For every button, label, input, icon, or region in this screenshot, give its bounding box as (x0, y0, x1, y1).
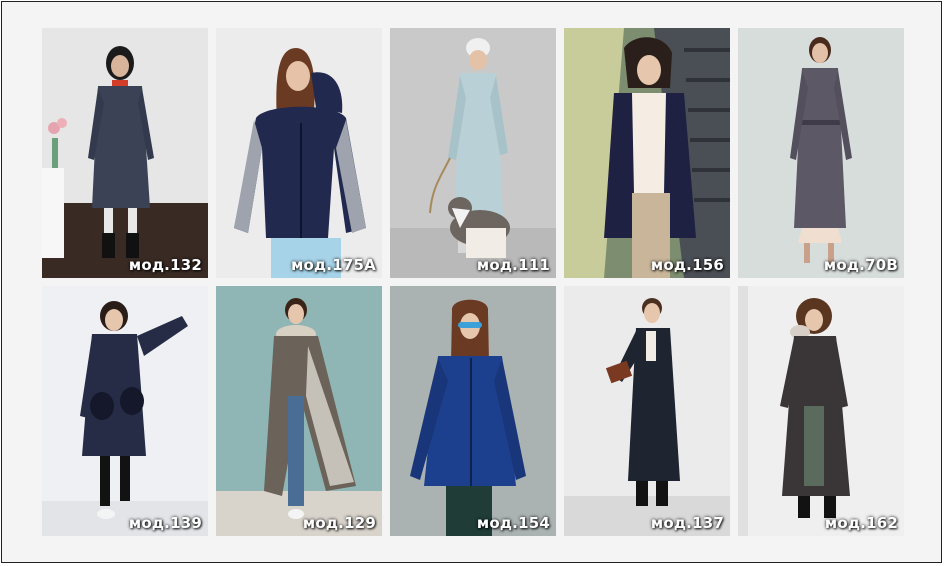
product-tile[interactable]: мод.162 (738, 286, 904, 536)
product-tile[interactable]: мод.156 (564, 28, 730, 278)
product-tile[interactable]: мод.139 (42, 286, 208, 536)
model-number-label: мод.139 (128, 514, 202, 532)
product-photo (216, 286, 382, 536)
product-photo (738, 286, 904, 536)
model-number-label: мод.132 (128, 256, 202, 274)
product-photo (564, 286, 730, 536)
product-photo (390, 28, 556, 278)
product-photo (42, 286, 208, 536)
product-photo (216, 28, 382, 278)
product-grid: мод.132 мод.175А мод.111 мод.156 мод.70В… (42, 28, 904, 536)
product-photo (738, 28, 904, 278)
model-number-label: мод.175А (291, 256, 376, 274)
model-number-label: мод.162 (824, 514, 898, 532)
model-number-label: мод.129 (302, 514, 376, 532)
gallery-frame: мод.132 мод.175А мод.111 мод.156 мод.70В… (1, 1, 942, 563)
product-tile[interactable]: мод.129 (216, 286, 382, 536)
model-number-label: мод.154 (476, 514, 550, 532)
model-number-label: мод.156 (650, 256, 724, 274)
product-tile[interactable]: мод.154 (390, 286, 556, 536)
product-tile[interactable]: мод.111 (390, 28, 556, 278)
product-tile[interactable]: мод.70В (738, 28, 904, 278)
model-number-label: мод.111 (476, 256, 550, 274)
model-number-label: мод.70В (823, 256, 898, 274)
product-photo (42, 28, 208, 278)
product-tile[interactable]: мод.175А (216, 28, 382, 278)
model-number-label: мод.137 (650, 514, 724, 532)
product-photo (564, 28, 730, 278)
product-tile[interactable]: мод.137 (564, 286, 730, 536)
product-tile[interactable]: мод.132 (42, 28, 208, 278)
product-photo (390, 286, 556, 536)
